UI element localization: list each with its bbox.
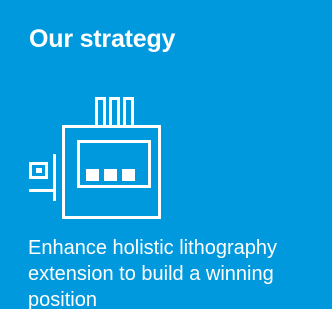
card-title: Our strategy: [29, 25, 176, 53]
strategy-card[interactable]: Our strategy Enhance holistic lithograph…: [0, 0, 332, 309]
card-description: Enhance holistic lithography extension t…: [28, 237, 278, 309]
lithography-machine-icon: [29, 97, 161, 219]
